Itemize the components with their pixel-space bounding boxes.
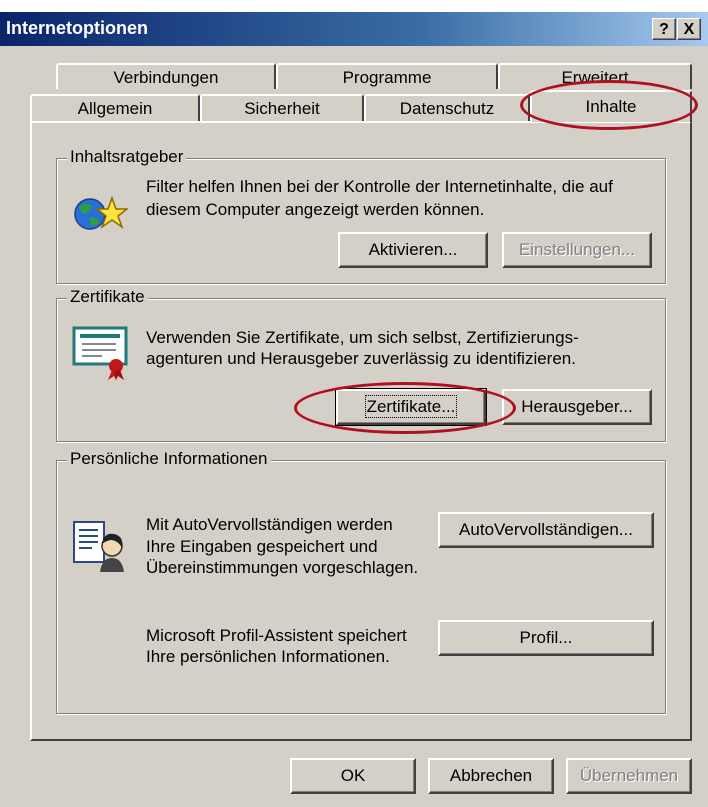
publishers-button[interactable]: Herausgeber... xyxy=(502,389,652,425)
autocomplete-button[interactable]: AutoVervollständigen... xyxy=(438,512,654,548)
window-title: Internetoptionen xyxy=(6,18,148,38)
autocomplete-description-3: Übereinstimmungen vorgeschlagen. xyxy=(146,558,419,577)
certificates-description-2: agenturen und Herausgeber zuverlässig zu… xyxy=(146,349,576,368)
autocomplete-icon xyxy=(73,521,124,572)
profile-button-label: Profil... xyxy=(519,628,573,647)
close-button[interactable]: X xyxy=(677,18,701,40)
tab-allgemein[interactable]: Allgemein xyxy=(30,94,200,122)
profile-description-1: Microsoft Profil-Assistent speichert xyxy=(146,626,407,645)
certificates-button[interactable]: Zertifikate... xyxy=(335,388,487,426)
tab-verbindungen[interactable]: Verbindungen xyxy=(56,63,276,89)
enable-button[interactable]: Aktivieren... xyxy=(338,232,488,268)
globe-star-icon xyxy=(74,195,128,230)
settings-button[interactable]: Einstellungen... xyxy=(502,232,652,268)
cancel-button[interactable]: Abbrechen xyxy=(428,758,554,794)
enable-button-label: Aktivieren... xyxy=(368,240,458,259)
certificates-title: Zertifikate xyxy=(67,287,148,307)
cancel-button-label: Abbrechen xyxy=(449,766,533,785)
settings-button-label: Einstellungen... xyxy=(518,240,636,259)
ok-button-label: OK xyxy=(340,766,366,785)
profile-button[interactable]: Profil... xyxy=(438,620,654,656)
certificate-icon xyxy=(72,326,128,380)
personal-info-title: Persönliche Informationen xyxy=(67,449,271,469)
autocomplete-description-1: Mit AutoVervollständigen werden xyxy=(146,515,393,534)
autocomplete-button-label: AutoVervollständigen... xyxy=(459,520,633,539)
content-advisor-description-1: Filter helfen Ihnen bei der Kontrolle de… xyxy=(146,177,613,196)
title-bar[interactable]: Internetoptionen ? X xyxy=(0,12,708,46)
autocomplete-description-2: Ihre Eingaben gespeichert und xyxy=(146,537,378,556)
certificates-button-label: Zertifikate... xyxy=(364,395,458,418)
tab-programme[interactable]: Programme xyxy=(276,63,498,89)
profile-description-2: Ihre persönlichen Informationen. xyxy=(146,647,390,666)
tab-datenschutz[interactable]: Datenschutz xyxy=(364,94,530,122)
apply-button-label: Übernehmen xyxy=(579,766,679,785)
tab-erweitert[interactable]: Erweitert xyxy=(498,63,692,89)
apply-button[interactable]: Übernehmen xyxy=(566,758,692,794)
top-strip xyxy=(0,0,708,12)
help-button[interactable]: ? xyxy=(652,18,676,40)
publishers-button-label: Herausgeber... xyxy=(521,397,633,416)
tab-inhalte[interactable]: Inhalte xyxy=(530,90,692,122)
tab-sicherheit[interactable]: Sicherheit xyxy=(200,94,364,122)
certificates-description-1: Verwenden Sie Zertifikate, um sich selbs… xyxy=(146,328,579,347)
personal-info-group: Persönliche Informationen xyxy=(56,449,666,714)
ok-button[interactable]: OK xyxy=(290,758,416,794)
content-advisor-title: Inhaltsratgeber xyxy=(67,147,187,167)
content-advisor-description-2: diesem Computer angezeigt werden können. xyxy=(146,200,485,219)
